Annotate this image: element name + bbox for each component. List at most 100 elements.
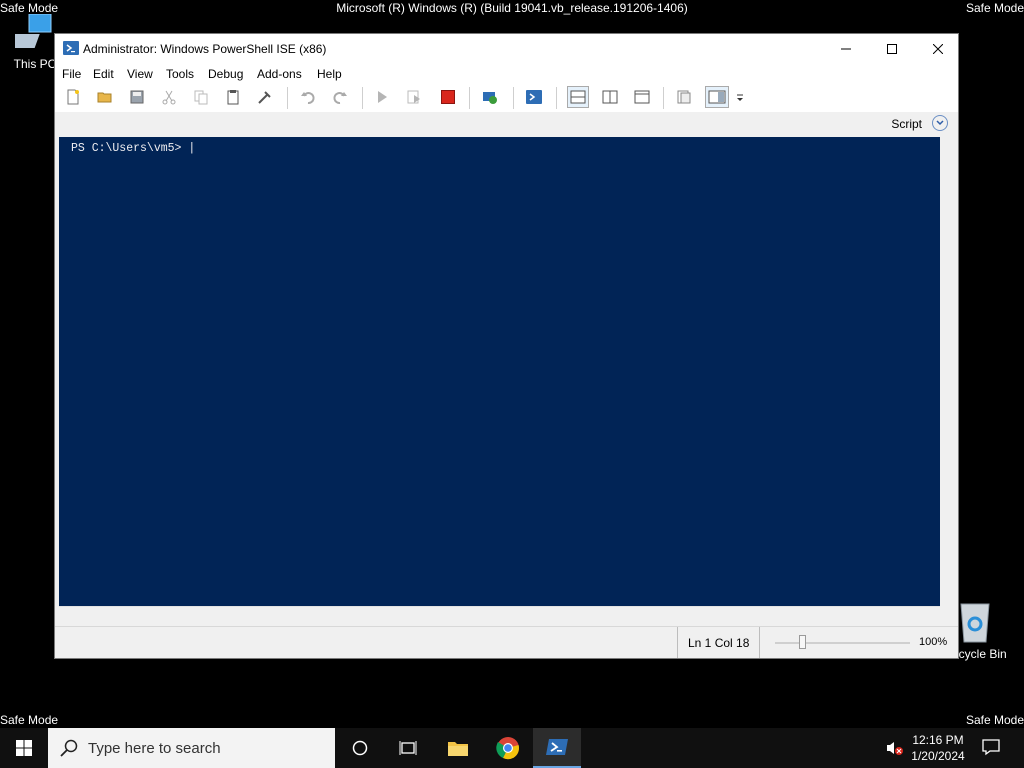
stop-button[interactable] (439, 88, 457, 106)
chrome-icon (496, 737, 519, 760)
powershell-ise-taskbar-button[interactable] (533, 728, 581, 768)
show-script-top-button[interactable] (567, 86, 589, 108)
new-remote-tab-icon (483, 92, 497, 104)
clock-time: 12:16 PM (912, 733, 964, 747)
search-placeholder: Type here to search (88, 740, 221, 757)
undo-icon (301, 92, 315, 104)
menu-bar: File Edit View Tools Debug Add-ons Help (55, 64, 958, 84)
menu-file[interactable]: File (62, 67, 81, 81)
show-script-right-icon (602, 90, 618, 104)
horizontal-scrollbar[interactable] (59, 606, 940, 622)
search-box[interactable]: Type here to search (48, 728, 335, 768)
new-script-icon (67, 89, 79, 105)
notification-icon (982, 739, 1000, 756)
chevron-down-icon (936, 120, 944, 126)
start-powershell-icon (526, 90, 542, 104)
menu-add-ons[interactable]: Add-ons (257, 67, 302, 81)
new-script-button[interactable] (64, 88, 82, 106)
minimize-icon (841, 48, 851, 50)
desktop-icon-this-pc[interactable]: This PC (8, 13, 60, 71)
close-button[interactable] (915, 34, 961, 64)
taskbar: Type here to search 12:16 PM 1/20/2024 (0, 728, 1024, 768)
show-command-window-icon (677, 90, 691, 104)
menu-edit[interactable]: Edit (93, 67, 114, 81)
script-toggle-label[interactable]: Script (891, 117, 922, 131)
undo-button[interactable] (299, 88, 317, 106)
script-pane-bar: Script (55, 112, 958, 136)
action-center-button[interactable] (982, 738, 1000, 761)
file-explorer-button[interactable] (434, 728, 482, 768)
title-bar[interactable]: Administrator: Windows PowerShell ISE (x… (55, 34, 958, 64)
start-powershell-button[interactable] (525, 88, 543, 106)
new-remote-tab-button[interactable] (481, 88, 499, 106)
menu-help[interactable]: Help (317, 67, 342, 81)
run-selection-icon (407, 90, 420, 104)
start-button[interactable] (0, 728, 48, 768)
save-icon (130, 90, 144, 104)
powershell-ise-icon (63, 41, 79, 55)
window-title: Administrator: Windows PowerShell ISE (x… (83, 42, 327, 56)
run-selection-button[interactable] (405, 88, 423, 106)
close-icon (933, 44, 943, 54)
save-button[interactable] (128, 88, 146, 106)
toolbar-separator (663, 87, 664, 109)
show-script-top-icon (570, 90, 586, 104)
console-prompt: PS C:\Users\vm5> | (71, 142, 196, 155)
safe-mode-watermark: Safe Mode (0, 713, 59, 727)
clear-console-icon (258, 91, 271, 104)
console-pane[interactable]: PS C:\Users\vm5> | (59, 137, 940, 606)
maximize-button[interactable] (869, 34, 915, 64)
menu-tools[interactable]: Tools (166, 67, 194, 81)
cortana-button[interactable] (336, 728, 384, 768)
paste-icon (227, 90, 239, 105)
toolbar-overflow-button[interactable] (734, 88, 746, 106)
redo-icon (333, 92, 347, 104)
toolbar-separator (362, 87, 363, 109)
paste-button[interactable] (224, 88, 242, 106)
run-script-icon (378, 91, 387, 103)
cursor-position: Ln 1 Col 18 (677, 627, 761, 658)
minimize-button[interactable] (823, 34, 869, 64)
zoom-level: 100% (919, 636, 948, 648)
system-clock[interactable]: 12:16 PM 1/20/2024 (902, 732, 974, 764)
stop-icon (441, 90, 455, 104)
run-script-button[interactable] (373, 88, 391, 106)
search-icon (60, 739, 78, 757)
chrome-button[interactable] (484, 728, 532, 768)
recycle-bin-icon (960, 603, 990, 643)
desktop-icon-label: This PC (13, 57, 57, 71)
vertical-scrollbar[interactable] (940, 137, 956, 606)
build-string: Microsoft (R) Windows (R) (Build 19041.v… (336, 1, 688, 15)
show-script-maximized-button[interactable] (633, 88, 651, 106)
task-view-button[interactable] (384, 728, 432, 768)
maximize-icon (887, 44, 897, 54)
open-button[interactable] (96, 88, 114, 106)
show-addon-pane-icon (708, 90, 726, 104)
chevron-down-icon (737, 94, 743, 101)
show-addon-pane-button[interactable] (705, 86, 729, 108)
show-script-pane-button[interactable] (932, 115, 948, 131)
zoom-slider-track[interactable] (775, 642, 910, 644)
show-script-right-button[interactable] (601, 88, 619, 106)
copy-button[interactable] (192, 88, 210, 106)
powershell-ise-window: Administrator: Windows PowerShell ISE (x… (54, 33, 959, 659)
show-command-window-button[interactable] (675, 88, 693, 106)
cortana-icon (352, 740, 368, 756)
redo-button[interactable] (331, 88, 349, 106)
toolbar-separator (513, 87, 514, 109)
cut-button[interactable] (160, 88, 178, 106)
copy-icon (194, 90, 208, 105)
clock-date: 1/20/2024 (911, 749, 965, 763)
computer-icon (8, 13, 52, 48)
status-bar: Ln 1 Col 18 100% (55, 626, 958, 658)
menu-view[interactable]: View (127, 67, 153, 81)
windows-logo-icon (16, 740, 32, 756)
show-script-maximized-icon (634, 90, 650, 104)
cut-icon (162, 90, 176, 105)
menu-debug[interactable]: Debug (208, 67, 243, 81)
toolbar-separator (556, 87, 557, 109)
zoom-slider-thumb[interactable] (798, 635, 806, 649)
toolbar-separator (469, 87, 470, 109)
toolbar (55, 84, 958, 113)
clear-console-button[interactable] (256, 88, 274, 106)
